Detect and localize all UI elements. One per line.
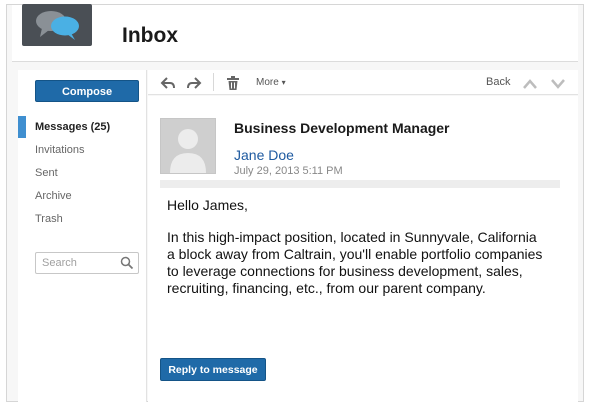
sidebar-item-trash[interactable]: Trash [35,213,63,225]
sidebar [18,70,147,402]
avatar [160,118,216,174]
search-input[interactable]: Search [35,252,139,274]
page-title: Inbox [122,24,178,47]
toolbar-divider [213,73,214,91]
more-label: More [256,77,279,88]
sidebar-item-sent[interactable]: Sent [35,167,58,179]
message-body: In this high-impact position, located in… [167,229,547,296]
reply-button[interactable]: Reply to message [160,358,266,381]
chevron-down-icon: ▾ [281,78,286,87]
search-icon[interactable] [120,256,134,270]
compose-button[interactable]: Compose [35,80,139,102]
sidebar-item-messages[interactable]: Messages (25) [35,121,110,133]
sidebar-item-invitations[interactable]: Invitations [35,144,85,156]
forward-icon[interactable] [186,76,202,90]
reply-icon[interactable] [160,76,176,90]
sender-link[interactable]: Jane Doe [234,147,294,163]
header-bar [12,5,578,62]
trash-icon[interactable] [226,76,240,90]
more-menu[interactable]: More ▾ [256,77,286,88]
message-greeting: Hello James, [167,197,248,213]
active-indicator [18,116,26,138]
chat-bubbles-icon [22,4,92,46]
message-date: July 29, 2013 5:11 PM [234,165,343,177]
divider [160,180,560,188]
message-subject: Business Development Manager [234,120,450,136]
search-placeholder: Search [42,257,77,269]
chevron-down-icon[interactable] [550,77,566,95]
chevron-up-icon[interactable] [522,77,538,95]
back-link[interactable]: Back [486,76,510,88]
sidebar-item-archive[interactable]: Archive [35,190,72,202]
